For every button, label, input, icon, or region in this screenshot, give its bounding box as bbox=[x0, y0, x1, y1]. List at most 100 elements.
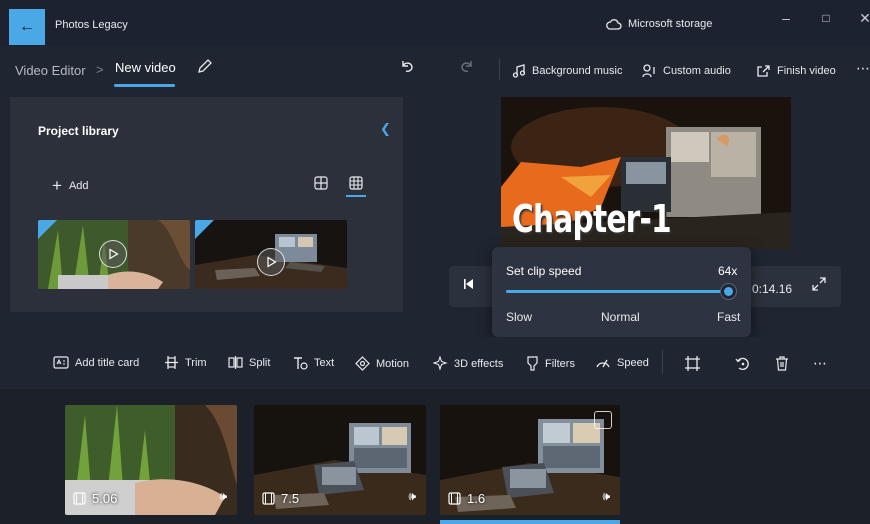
custom-audio-label: Custom audio bbox=[663, 65, 731, 77]
speed-value: 64x bbox=[718, 264, 738, 278]
motion-icon bbox=[355, 356, 370, 371]
music-note-icon bbox=[512, 64, 526, 78]
redo-icon bbox=[461, 61, 472, 72]
storage-indicator[interactable]: Microsoft storage bbox=[606, 18, 712, 30]
trim-button[interactable]: Trim bbox=[164, 356, 207, 369]
speed-button[interactable]: Speed bbox=[595, 356, 649, 369]
previous-frame-button[interactable] bbox=[463, 278, 475, 290]
skip-back-icon bbox=[464, 279, 473, 289]
more-tools-button[interactable]: ⋯ bbox=[813, 355, 827, 372]
crop-icon bbox=[685, 356, 700, 371]
minimize-button[interactable]: – bbox=[776, 10, 796, 26]
collapse-library-button[interactable]: ❮ bbox=[380, 121, 391, 137]
finish-video-label: Finish video bbox=[777, 65, 836, 77]
speed-slider-track[interactable] bbox=[506, 290, 730, 293]
rename-button[interactable] bbox=[197, 58, 217, 78]
storyboard-clip[interactable]: 7.5 🕪 bbox=[254, 405, 426, 515]
background-music-label: Background music bbox=[532, 65, 623, 77]
expand-icon bbox=[812, 277, 826, 291]
rotate-button[interactable] bbox=[735, 356, 750, 371]
volume-icon[interactable]: 🕪 bbox=[408, 489, 416, 504]
undo-button[interactable] bbox=[399, 58, 415, 74]
clip-duration-value: 7.5 bbox=[281, 491, 300, 506]
grid-2x2-icon bbox=[314, 176, 328, 190]
library-media-item[interactable] bbox=[195, 220, 347, 289]
selected-corner-tag bbox=[38, 220, 57, 239]
title-bar bbox=[0, 0, 870, 46]
speed-label-fast: Fast bbox=[717, 310, 741, 324]
filters-icon bbox=[527, 356, 538, 371]
speed-popup-title: Set clip speed bbox=[506, 264, 582, 278]
selected-corner-tag bbox=[195, 220, 214, 239]
arrow-left-icon: ← bbox=[19, 18, 35, 35]
text-button[interactable]: Text bbox=[293, 356, 334, 370]
add-title-card-button[interactable]: Add title card bbox=[53, 356, 139, 369]
speed-slider-thumb[interactable] bbox=[720, 283, 737, 300]
text-icon bbox=[294, 357, 308, 370]
clip-duration-value: 5.06 bbox=[92, 491, 118, 506]
split-button[interactable]: Split bbox=[228, 356, 270, 369]
add-media-button[interactable]: + Add bbox=[52, 176, 89, 196]
filters-label: Filters bbox=[545, 357, 575, 370]
film-icon bbox=[448, 492, 461, 505]
large-grid-view-button[interactable] bbox=[349, 176, 363, 190]
volume-icon[interactable]: 🕪 bbox=[602, 489, 610, 504]
breadcrumb-separator: > bbox=[96, 62, 104, 77]
split-label: Split bbox=[249, 356, 271, 369]
motion-label: Motion bbox=[376, 357, 410, 370]
toolbar-divider bbox=[499, 58, 500, 80]
fullscreen-button[interactable] bbox=[812, 277, 826, 291]
grid-3x3-icon bbox=[349, 176, 363, 190]
video-preview[interactable]: Chapter-1 bbox=[501, 97, 791, 249]
clip-checkbox[interactable] bbox=[594, 411, 612, 429]
plus-icon: + bbox=[52, 176, 62, 195]
trim-icon bbox=[165, 356, 178, 369]
3d-effects-label: 3D effects bbox=[454, 357, 504, 370]
trim-label: Trim bbox=[185, 356, 207, 369]
custom-audio-icon bbox=[642, 64, 655, 78]
back-button[interactable]: ← bbox=[9, 9, 45, 45]
ellipsis-icon: ⋯ bbox=[813, 355, 827, 371]
title-card-icon bbox=[53, 356, 69, 369]
breadcrumb-current[interactable]: New video bbox=[115, 60, 176, 75]
film-icon bbox=[262, 492, 275, 505]
volume-icon[interactable]: 🕪 bbox=[219, 489, 227, 504]
3d-effects-button[interactable]: 3D effects bbox=[433, 356, 503, 371]
more-options-button[interactable]: ⋯ bbox=[856, 60, 870, 77]
film-icon bbox=[73, 492, 86, 505]
storage-label: Microsoft storage bbox=[628, 18, 713, 30]
sparkle-icon bbox=[433, 356, 448, 371]
clip-duration: 1.6 bbox=[448, 491, 485, 506]
crop-button[interactable] bbox=[685, 356, 700, 371]
storyboard-clip[interactable]: 5.06 🕪 bbox=[65, 405, 237, 515]
ellipsis-icon: ⋯ bbox=[856, 60, 870, 76]
close-button[interactable]: ✕ bbox=[855, 10, 870, 27]
speed-label-normal: Normal bbox=[601, 310, 640, 324]
redo-button[interactable] bbox=[459, 58, 475, 74]
rotate-icon bbox=[735, 357, 749, 371]
speed-slider-thumb-dot bbox=[724, 287, 733, 296]
breadcrumb-video-editor[interactable]: Video Editor bbox=[15, 63, 86, 78]
playback-time: 0:14.16 bbox=[752, 282, 793, 296]
library-media-item[interactable] bbox=[38, 220, 190, 289]
add-label: Add bbox=[68, 180, 89, 192]
motion-button[interactable]: Motion bbox=[355, 356, 409, 371]
maximize-button[interactable]: □ bbox=[816, 11, 836, 25]
split-icon bbox=[228, 356, 243, 369]
play-icon bbox=[99, 240, 127, 268]
background-music-button[interactable]: Background music bbox=[512, 64, 623, 78]
speedometer-icon bbox=[596, 359, 610, 368]
custom-audio-button[interactable]: Custom audio bbox=[642, 64, 731, 78]
filters-button[interactable]: Filters bbox=[526, 356, 575, 371]
cloud-icon bbox=[606, 19, 622, 30]
share-icon bbox=[757, 65, 770, 77]
undo-icon bbox=[402, 61, 413, 72]
delete-button[interactable] bbox=[775, 356, 789, 371]
small-grid-view-button[interactable] bbox=[314, 176, 328, 190]
trash-icon bbox=[776, 356, 788, 371]
storyboard-clip-selected[interactable]: 1.6 🕪 bbox=[440, 405, 620, 515]
preview-caption: Chapter-1 bbox=[512, 197, 672, 241]
pencil-icon bbox=[198, 59, 212, 73]
finish-video-button[interactable]: Finish video bbox=[756, 64, 836, 78]
clip-duration: 7.5 bbox=[262, 491, 299, 506]
